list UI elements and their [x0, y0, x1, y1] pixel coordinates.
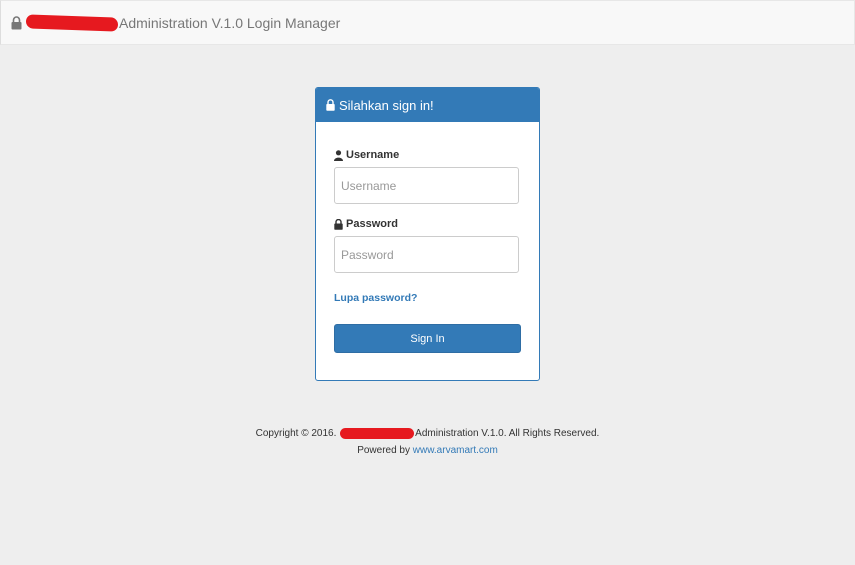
powered-prefix: Powered by	[357, 445, 410, 456]
username-label: Username	[334, 149, 521, 161]
navbar-brand[interactable]: Administration V.1.0 Login Manager	[11, 13, 341, 32]
panel-heading: Silahkan sign in!	[316, 88, 539, 122]
page-footer: Copyright © 2016. Administration V.1.0. …	[0, 425, 855, 459]
lock-icon	[11, 15, 22, 29]
login-panel: Silahkan sign in! Username Password Lupa…	[315, 87, 540, 381]
redacted-name	[340, 427, 415, 439]
copyright-line: Copyright © 2016. Administration V.1.0. …	[0, 425, 855, 442]
user-icon	[334, 149, 343, 161]
username-input[interactable]	[334, 167, 519, 204]
panel-title: Silahkan sign in!	[339, 97, 434, 113]
password-label: Password	[334, 218, 521, 230]
top-navbar: Administration V.1.0 Login Manager	[0, 0, 855, 45]
sign-in-button[interactable]: Sign In	[334, 324, 521, 353]
powered-by-link[interactable]: www.arvamart.com	[413, 445, 498, 456]
username-label-text: Username	[346, 149, 400, 161]
redacted-name	[26, 13, 118, 32]
login-form: Username Password Lupa password? Sign In	[316, 149, 539, 353]
lock-icon	[326, 99, 335, 111]
powered-line: Powered by www.arvamart.com	[0, 442, 855, 459]
password-input[interactable]	[334, 236, 519, 273]
lock-icon	[334, 218, 343, 230]
forgot-row: Lupa password?	[334, 288, 521, 306]
forgot-password-link[interactable]: Lupa password?	[334, 292, 417, 304]
copyright-prefix: Copyright © 2016.	[255, 428, 337, 439]
copyright-suffix: Administration V.1.0. All Rights Reserve…	[415, 428, 600, 439]
password-label-text: Password	[346, 218, 398, 230]
brand-title: Administration V.1.0 Login Manager	[119, 14, 341, 31]
